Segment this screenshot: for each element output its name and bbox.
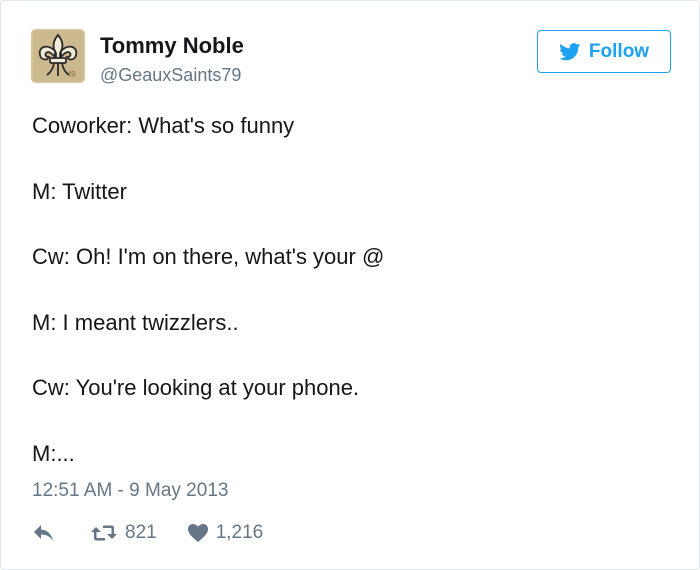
tweet-line: M: Twitter bbox=[32, 178, 127, 204]
tweet-text: Coworker: What's so funny M: Twitter Cw:… bbox=[32, 111, 384, 505]
tweet-line: M: I meant twizzlers.. bbox=[32, 309, 239, 335]
reply-icon bbox=[34, 525, 53, 541]
tweet-line: Cw: Oh! I'm on there, what's your @ bbox=[32, 244, 385, 270]
svg-text:f9: f9 bbox=[69, 70, 76, 79]
tweet-card: f9 Tommy Noble @GeauxSaints79 Follow Cow… bbox=[0, 0, 700, 570]
user-handle[interactable]: @GeauxSaints79 bbox=[100, 65, 241, 86]
retweet-icon bbox=[91, 525, 117, 541]
reply-button[interactable] bbox=[32, 523, 56, 543]
retweet-count: 821 bbox=[125, 522, 157, 543]
twitter-bird-icon bbox=[559, 42, 581, 61]
follow-button[interactable]: Follow bbox=[537, 30, 671, 73]
tweet-line: M:... bbox=[32, 440, 75, 466]
user-display-name[interactable]: Tommy Noble bbox=[100, 33, 244, 59]
tweet-line: Cw: You're looking at your phone. bbox=[32, 375, 360, 401]
follow-button-label: Follow bbox=[588, 40, 650, 62]
tweet-timestamp[interactable]: 12:51 AM - 9 May 2013 bbox=[32, 480, 228, 502]
retweet-button[interactable]: 821 bbox=[90, 522, 157, 544]
like-count: 1,216 bbox=[215, 522, 264, 543]
heart-icon bbox=[187, 524, 208, 542]
avatar[interactable]: f9 bbox=[31, 29, 85, 83]
like-button[interactable]: 1,216 bbox=[187, 522, 264, 544]
tweet-line: Coworker: What's so funny bbox=[32, 113, 295, 138]
tweet-actions: 821 1,216 bbox=[32, 518, 263, 548]
fleur-de-lis-icon: f9 bbox=[31, 29, 85, 83]
